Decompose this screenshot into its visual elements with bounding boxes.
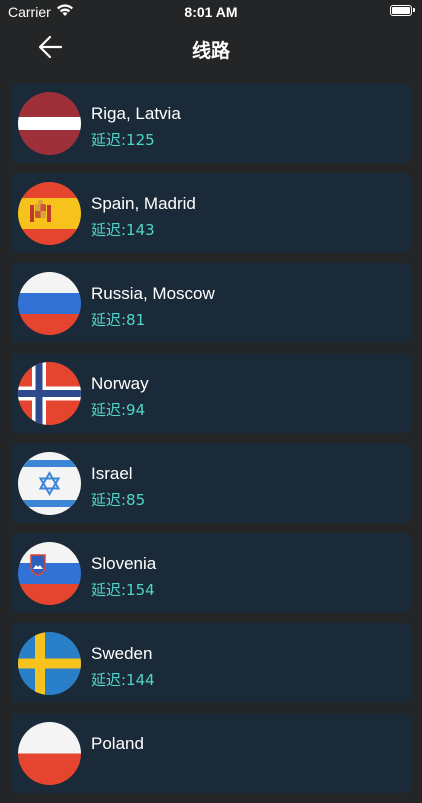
battery-icon xyxy=(390,5,415,16)
server-name: Slovenia xyxy=(91,554,157,573)
latency-label: 延迟:94 xyxy=(91,401,146,419)
poland-flag-icon xyxy=(18,722,81,785)
latency-label: 延迟:85 xyxy=(91,491,146,509)
server-item-russia[interactable]: Russia, Moscow 延迟:81 xyxy=(11,263,411,343)
slovenia-flag-icon xyxy=(18,542,81,605)
latency-label: 延迟:144 xyxy=(91,671,155,689)
sweden-flag-icon xyxy=(18,632,81,695)
russia-flag-icon xyxy=(18,272,81,335)
server-item-slovenia[interactable]: Slovenia 延迟:154 xyxy=(11,533,411,613)
server-item-israel[interactable]: Israel 延迟:85 xyxy=(11,443,411,523)
server-name: Spain, Madrid xyxy=(91,194,196,213)
server-item-poland[interactable]: Poland xyxy=(11,713,411,793)
server-item-sweden[interactable]: Sweden 延迟:144 xyxy=(11,623,411,703)
server-item-norway[interactable]: Norway 延迟:94 xyxy=(11,353,411,433)
spain-flag-icon xyxy=(18,182,81,245)
latency-label: 延迟:125 xyxy=(91,131,155,149)
server-name: Riga, Latvia xyxy=(91,104,181,123)
israel-flag-icon xyxy=(18,452,81,515)
page-title: 线路 xyxy=(191,40,230,62)
norway-flag-icon xyxy=(18,362,81,425)
latency-label: 延迟:143 xyxy=(91,221,155,239)
latvia-flag-icon xyxy=(18,92,81,155)
server-name: Poland xyxy=(91,734,144,753)
navigation-bar: 线路 xyxy=(0,24,422,72)
server-name: Israel xyxy=(91,464,133,483)
latency-label: 延迟:81 xyxy=(91,311,146,329)
server-name: Russia, Moscow xyxy=(91,284,215,303)
server-name: Norway xyxy=(91,374,149,393)
latency-label: 延迟:154 xyxy=(91,581,155,599)
clock: 8:01 AM xyxy=(184,4,238,20)
server-list: Riga, Latvia 延迟:125 Spain, Madrid 延迟:143 xyxy=(11,83,411,803)
server-item-latvia[interactable]: Riga, Latvia 延迟:125 xyxy=(11,83,411,163)
server-name: Sweden xyxy=(91,644,153,663)
server-item-spain[interactable]: Spain, Madrid 延迟:143 xyxy=(11,173,411,253)
status-bar: Carrier 8:01 AM xyxy=(0,0,422,24)
